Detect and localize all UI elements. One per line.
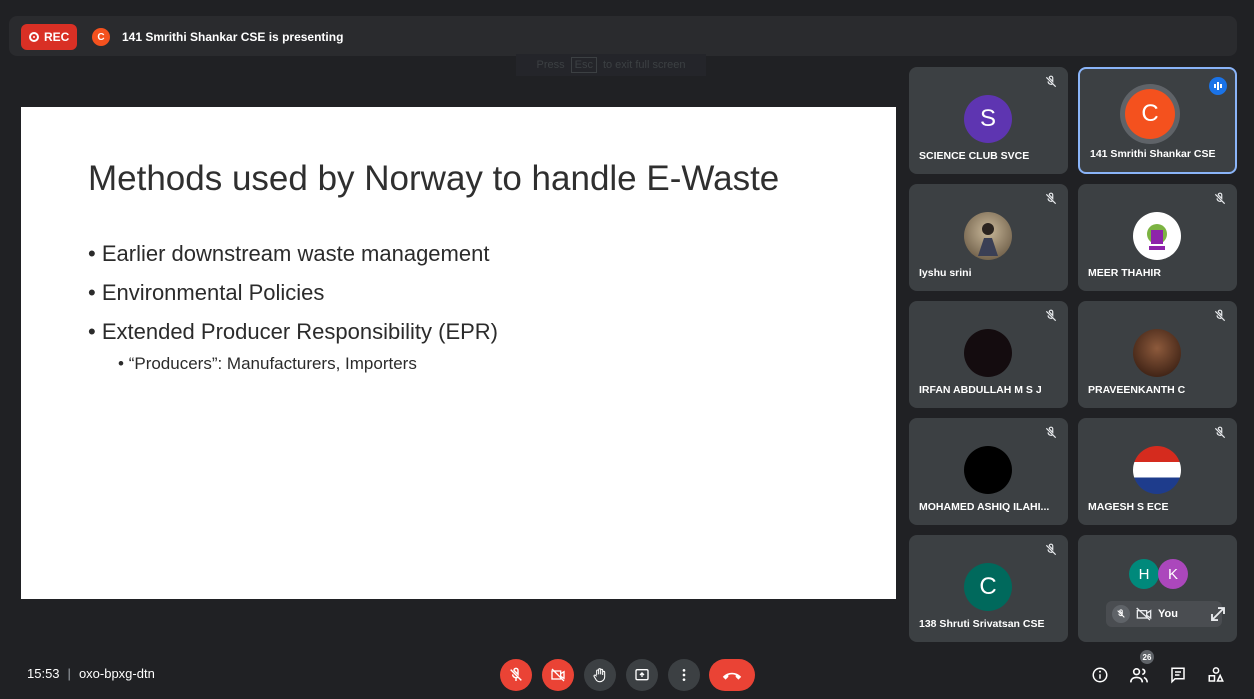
more-options-button[interactable] — [668, 659, 700, 691]
slide-bullet: Earlier downstream waste management — [88, 241, 498, 267]
participant-tile[interactable]: MEER THAHIR — [1078, 184, 1237, 291]
mic-off-icon — [1214, 192, 1226, 205]
slide-sub-bullet: “Producers”: Manufacturers, Importers — [118, 354, 498, 374]
clock-time: 15:53 — [27, 666, 60, 681]
raise-hand-button[interactable] — [584, 659, 616, 691]
participant-tile[interactable]: C 138 Shruti Srivatsan CSE — [909, 535, 1068, 642]
avatar-logo — [1133, 212, 1181, 260]
self-status-bar: You — [1106, 601, 1222, 627]
meeting-info: 15:53 | oxo-bpxg-dtn — [27, 666, 155, 681]
avatar-photo — [1133, 329, 1181, 377]
mic-off-icon — [1214, 309, 1226, 322]
participant-tile-speaking[interactable]: C 141 Smrithi Shankar CSE — [1078, 67, 1237, 174]
leave-call-button[interactable] — [709, 659, 755, 691]
hang-up-icon — [722, 672, 742, 680]
recording-badge[interactable]: REC — [21, 24, 77, 50]
self-label: You — [1158, 608, 1178, 620]
participant-tile[interactable]: Iyshu srini — [909, 184, 1068, 291]
participant-name: IRFAN ABDULLAH M S J — [919, 384, 1042, 396]
hand-icon — [593, 668, 606, 683]
chat-button[interactable] — [1167, 664, 1189, 686]
avatar-photo — [964, 212, 1012, 260]
activities-button[interactable] — [1205, 664, 1227, 686]
participant-tile[interactable]: PRAVEENKANTH C — [1078, 301, 1237, 408]
speaking-indicator-icon — [1209, 77, 1227, 95]
expand-icon[interactable] — [1209, 605, 1227, 623]
participant-name: MEER THAHIR — [1088, 267, 1161, 279]
participant-name: MOHAMED ASHIQ ILAHI... — [919, 501, 1050, 513]
hint-tail: to exit full screen — [602, 59, 686, 71]
camera-off-icon — [1136, 607, 1152, 621]
present-screen-button[interactable] — [626, 659, 658, 691]
presenter-avatar: C — [92, 28, 110, 46]
rec-label: REC — [44, 30, 70, 44]
mic-off-icon — [1214, 426, 1226, 439]
camera-toggle-button[interactable] — [542, 659, 574, 691]
divider: | — [67, 666, 71, 681]
chat-icon — [1171, 667, 1185, 684]
meeting-details-button[interactable] — [1089, 664, 1111, 686]
mic-off-icon — [510, 667, 522, 681]
presentation-slide: Methods used by Norway to handle E-Waste… — [21, 107, 896, 599]
meeting-code: oxo-bpxg-dtn — [78, 666, 155, 681]
avatar-photo — [964, 329, 1012, 377]
participant-name: SCIENCE CLUB SVCE — [919, 150, 1030, 162]
record-icon — [29, 32, 39, 42]
participant-tile[interactable]: MAGESH S ECE — [1078, 418, 1237, 525]
fullscreen-hint: Press Esc to exit full screen — [516, 54, 706, 76]
presenting-text: 141 Smrithi Shankar CSE is presenting — [122, 30, 344, 44]
participant-name: Iyshu srini — [919, 267, 972, 279]
avatar: C — [1125, 89, 1175, 139]
slide-bullets: Earlier downstream waste management Envi… — [88, 241, 498, 387]
avatar-photo — [964, 446, 1012, 494]
participant-count-badge: 26 — [1140, 650, 1154, 664]
slide-bullet: Environmental Policies — [88, 280, 498, 306]
avatar-flag — [1133, 446, 1181, 494]
avatar: K — [1158, 559, 1188, 589]
info-icon — [1092, 667, 1108, 683]
more-vert-icon — [682, 669, 686, 681]
activities-icon — [1208, 667, 1224, 682]
present-icon — [635, 669, 649, 681]
slide-title: Methods used by Norway to handle E-Waste — [88, 159, 780, 198]
self-tile[interactable]: H K You — [1078, 535, 1237, 642]
mic-off-icon — [1045, 192, 1057, 205]
camera-off-icon — [551, 668, 565, 682]
slide-bullet: Extended Producer Responsibility (EPR) — [88, 319, 498, 345]
hint-press: Press — [536, 59, 565, 71]
participant-tile[interactable]: MOHAMED ASHIQ ILAHI... — [909, 418, 1068, 525]
avatar: C — [964, 563, 1012, 611]
mic-off-icon — [1045, 426, 1057, 439]
participant-name: PRAVEENKANTH C — [1088, 384, 1186, 396]
avatar: S — [964, 95, 1012, 143]
participant-name: MAGESH S ECE — [1088, 501, 1169, 513]
mic-off-icon — [1045, 309, 1057, 322]
mic-off-icon — [1045, 543, 1057, 556]
participant-name: 138 Shruti Srivatsan CSE — [919, 618, 1045, 630]
presenting-banner: C 141 Smrithi Shankar CSE is presenting — [92, 24, 343, 50]
participant-name: 141 Smrithi Shankar CSE — [1090, 148, 1216, 160]
people-button[interactable] — [1128, 664, 1150, 686]
participant-tile[interactable]: IRFAN ABDULLAH M S J — [909, 301, 1068, 408]
mic-off-icon — [1112, 605, 1130, 623]
mic-off-icon — [1045, 75, 1057, 88]
participant-tile[interactable]: S SCIENCE CLUB SVCE — [909, 67, 1068, 174]
hint-key: Esc — [570, 57, 597, 73]
people-icon — [1130, 668, 1148, 683]
mic-toggle-button[interactable] — [500, 659, 532, 691]
avatar: H — [1129, 559, 1159, 589]
